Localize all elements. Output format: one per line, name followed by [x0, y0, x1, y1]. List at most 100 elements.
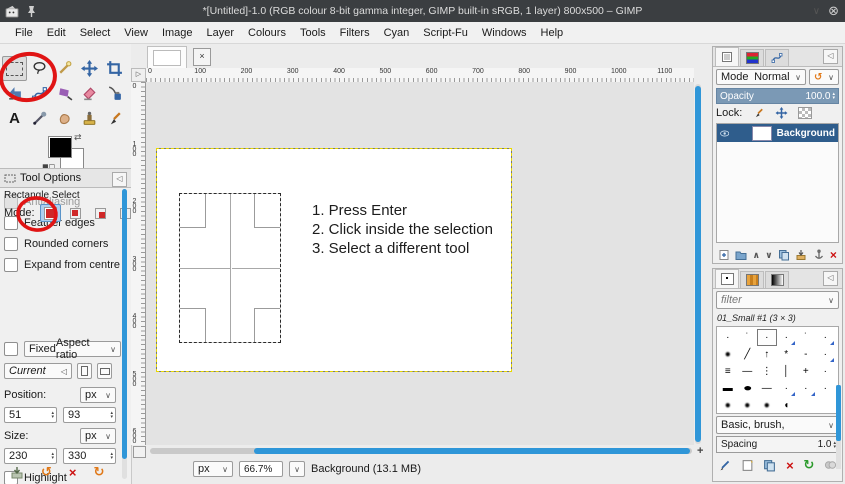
- mode-switch-button[interactable]: ↺ ∨: [809, 69, 839, 85]
- tool-options-scrollbar[interactable]: [122, 189, 127, 479]
- selection-handle-bottom-right[interactable]: [254, 308, 280, 342]
- ink-tool[interactable]: [102, 81, 127, 106]
- brush-thumbnail[interactable]: ·: [757, 329, 777, 346]
- new-brush-icon[interactable]: [741, 459, 754, 472]
- edit-brush-icon[interactable]: [718, 459, 731, 472]
- tool-options-header[interactable]: Tool Options ◁: [0, 168, 131, 188]
- selection-handle-bottom-left[interactable]: [180, 308, 206, 342]
- image-canvas[interactable]: 1. Press Enter 2. Click inside the select…: [156, 148, 512, 372]
- brush-thumbnail[interactable]: *: [777, 346, 797, 363]
- brush-thumbnail[interactable]: —: [738, 363, 758, 380]
- brush-thumbnail[interactable]: ◖: [777, 397, 797, 413]
- brush-thumbnail[interactable]: ●: [718, 346, 738, 363]
- fixed-aspect-dropdown[interactable]: Fixed Aspect ratio ∨: [24, 337, 121, 361]
- vertical-scrollbar[interactable]: [695, 84, 701, 444]
- save-preset-icon[interactable]: [10, 466, 24, 479]
- lock-position-icon[interactable]: [775, 107, 788, 119]
- tab-paths[interactable]: [765, 49, 789, 66]
- panel-menu-icon[interactable]: ◁: [823, 49, 838, 64]
- position-x-input[interactable]: 51 ▴ ▾: [4, 407, 57, 423]
- tab-channels[interactable]: [740, 49, 764, 66]
- menu-item[interactable]: Cyan: [377, 24, 417, 42]
- panel-menu-icon[interactable]: ◁: [112, 172, 127, 187]
- option-checkbox-row[interactable]: Expand from centre: [4, 258, 131, 272]
- brush-thumbnail[interactable]: │: [777, 363, 797, 380]
- brush-thumbnail[interactable]: ·: [816, 329, 836, 346]
- brush-thumbnail[interactable]: [796, 397, 816, 413]
- rectangle-select-tool[interactable]: [2, 56, 27, 81]
- clear-icon[interactable]: ◁: [61, 367, 67, 376]
- crop-tool[interactable]: [102, 56, 127, 81]
- brush-thumbnail[interactable]: +: [796, 363, 816, 380]
- refresh-brushes-icon[interactable]: ↻: [803, 457, 814, 473]
- aspect-value-input[interactable]: Current ◁: [4, 363, 72, 379]
- spacing-slider[interactable]: Spacing 1.0 ▴ ▾: [716, 436, 839, 453]
- brush-thumbnail[interactable]: ●: [757, 397, 777, 413]
- brush-thumbnail[interactable]: ·: [777, 380, 797, 397]
- position-y-input[interactable]: 93 ▴ ▾: [63, 407, 116, 423]
- window-close-icon[interactable]: ⊗: [828, 3, 839, 19]
- swap-colors-icon[interactable]: ⇄: [74, 132, 82, 143]
- option-checkbox-row[interactable]: Rounded corners: [4, 237, 131, 251]
- brush-thumbnail[interactable]: ·: [718, 329, 738, 346]
- brush-thumbnail[interactable]: -: [796, 346, 816, 363]
- mode-subtract-button[interactable]: [90, 204, 111, 222]
- restore-preset-icon[interactable]: ↺: [41, 464, 52, 480]
- menu-item[interactable]: Tools: [293, 24, 333, 42]
- brush-thumbnail[interactable]: ˙: [738, 329, 758, 346]
- canvas-viewport[interactable]: 1. Press Enter 2. Click inside the select…: [146, 82, 694, 445]
- brush-thumbnail[interactable]: ·: [796, 380, 816, 397]
- raise-layer-icon[interactable]: ∧: [753, 250, 760, 261]
- delete-preset-icon[interactable]: ×: [69, 465, 77, 480]
- menu-item[interactable]: Colours: [241, 24, 293, 42]
- fuzzy-select-tool[interactable]: [52, 56, 77, 81]
- menu-item[interactable]: File: [8, 24, 40, 42]
- panel-menu-icon[interactable]: ◁: [823, 271, 838, 286]
- brush-thumbnail[interactable]: ⋮: [757, 363, 777, 380]
- menu-item[interactable]: View: [117, 24, 155, 42]
- brush-grid-scrollbar[interactable]: [836, 385, 841, 469]
- text-tool[interactable]: A: [2, 106, 27, 131]
- anchor-layer-icon[interactable]: [813, 249, 825, 261]
- menu-item[interactable]: Windows: [475, 24, 534, 42]
- merge-down-icon[interactable]: [795, 249, 807, 261]
- paintbrush-tool[interactable]: [102, 106, 127, 131]
- horizontal-scrollbar[interactable]: [150, 448, 692, 454]
- brush-grid[interactable]: · ˙ · · ˙ · ● ╱ ↑ * - · ≡ — ⋮ │ + · ▬ ● — · · · ● ● ● ◖: [716, 326, 839, 414]
- brush-thumbnail[interactable]: ·: [816, 363, 836, 380]
- tab-patterns[interactable]: [740, 271, 764, 288]
- delete-layer-icon[interactable]: ×: [830, 248, 837, 262]
- lock-pixels-icon[interactable]: [752, 107, 765, 119]
- menu-item[interactable]: Layer: [200, 24, 242, 42]
- brush-thumbnail[interactable]: ˙: [796, 329, 816, 346]
- menu-item[interactable]: Filters: [333, 24, 377, 42]
- mode-add-button[interactable]: [65, 204, 86, 222]
- layer-mode-dropdown[interactable]: Mode Normal ∨: [716, 69, 806, 85]
- tab-brushes[interactable]: [715, 269, 739, 288]
- lower-layer-icon[interactable]: ∨: [765, 250, 772, 261]
- mode-replace-button[interactable]: [39, 204, 61, 222]
- zoom-chevron-button[interactable]: ∨: [289, 461, 305, 477]
- unit-dropdown[interactable]: px ∨: [193, 461, 233, 477]
- brush-thumbnail[interactable]: ·: [816, 380, 836, 397]
- transform-tool[interactable]: [2, 81, 27, 106]
- brush-thumbnail[interactable]: ●: [738, 397, 758, 413]
- landscape-button[interactable]: [97, 363, 112, 379]
- image-tab[interactable]: [147, 46, 187, 68]
- brush-thumbnail[interactable]: ·: [777, 329, 797, 346]
- reset-options-icon[interactable]: ↻: [94, 464, 105, 480]
- brush-thumbnail[interactable]: ≡: [718, 363, 738, 380]
- foreground-color-swatch[interactable]: [48, 136, 72, 158]
- close-tab-icon[interactable]: ×: [193, 48, 211, 66]
- duplicate-layer-icon[interactable]: [778, 249, 790, 261]
- menu-item[interactable]: Edit: [40, 24, 73, 42]
- visibility-eye-icon[interactable]: [720, 129, 730, 138]
- opacity-spinner[interactable]: ▴ ▾: [832, 92, 835, 101]
- brush-filter-input[interactable]: filter ∨: [716, 291, 839, 309]
- delete-brush-icon[interactable]: ×: [786, 458, 794, 473]
- portrait-button[interactable]: [77, 363, 92, 379]
- size-unit-dropdown[interactable]: px ∨: [80, 428, 116, 444]
- brush-thumbnail[interactable]: ╱: [738, 346, 758, 363]
- fixed-checkbox[interactable]: [4, 342, 18, 356]
- selection-rectangle[interactable]: [179, 193, 281, 343]
